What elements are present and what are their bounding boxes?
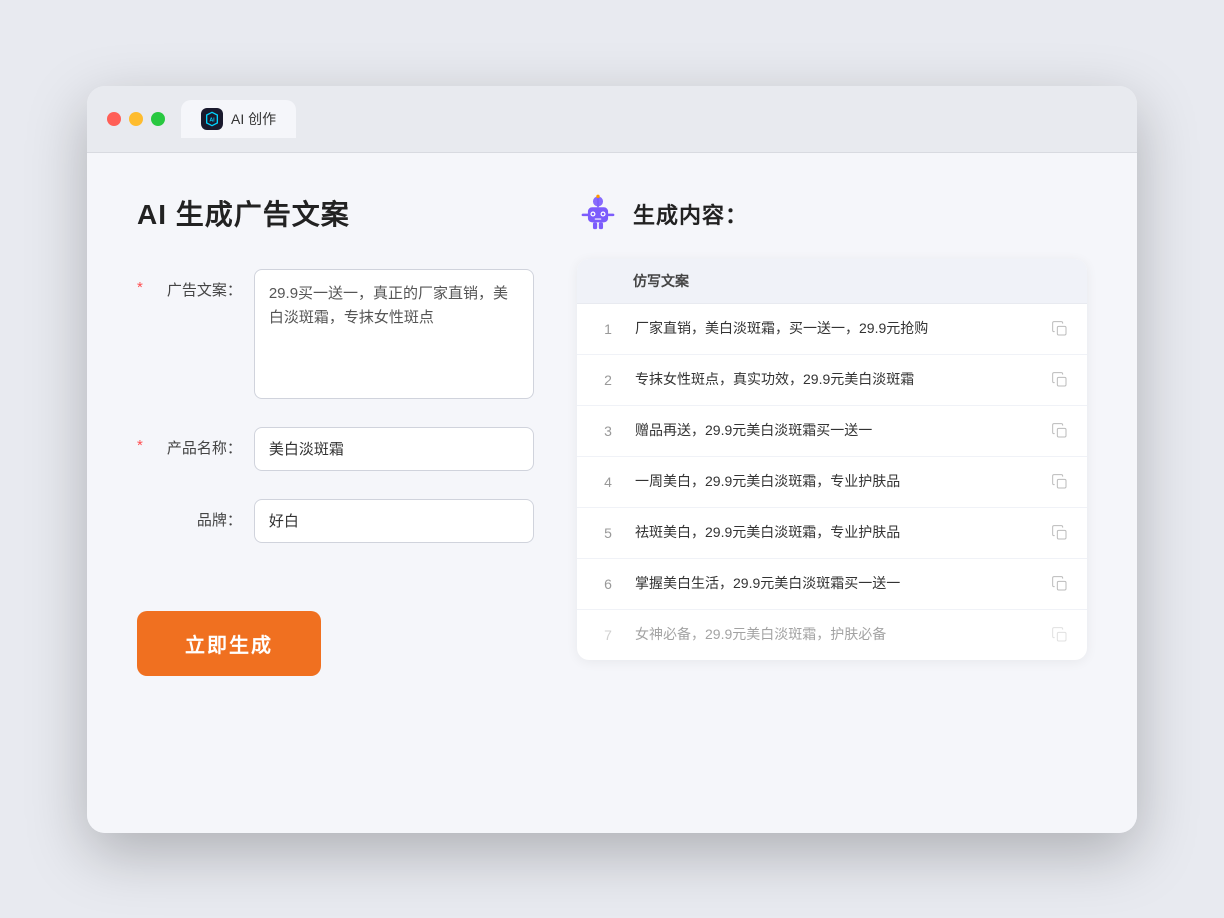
result-title: 生成内容： [633, 198, 748, 230]
table-header: 仿写文案 [577, 259, 1087, 304]
traffic-lights [107, 112, 165, 126]
row-text: 厂家直销，美白淡斑霜，买一送一，29.9元抢购 [635, 318, 1037, 339]
svg-text:AI: AI [209, 117, 215, 123]
results-container: 1 厂家直销，美白淡斑霜，买一送一，29.9元抢购 2 专抹女性斑点，真实功效，29… [577, 304, 1087, 660]
result-header: 生成内容： [577, 193, 1087, 235]
ad-copy-required: * [137, 269, 143, 296]
row-text: 赠品再送，29.9元美白淡斑霜买一送一 [635, 420, 1037, 441]
results-table: 仿写文案 1 厂家直销，美白淡斑霜，买一送一，29.9元抢购 2 专抹女性斑点，真实… [577, 259, 1087, 660]
ai-tab-icon: AI [201, 108, 223, 130]
robot-icon [577, 193, 619, 235]
row-number: 2 [593, 372, 623, 388]
left-panel: AI 生成广告文案 * 广告文案： * 产品名称： * 品牌： 立即生成 [137, 193, 537, 793]
brand-group: * 品牌： [137, 499, 537, 543]
browser-window: AI AI 创作 AI 生成广告文案 * 广告文案： * 产品名称： [87, 86, 1137, 833]
copy-icon[interactable] [1049, 573, 1071, 595]
browser-content: AI 生成广告文案 * 广告文案： * 产品名称： * 品牌： 立即生成 [87, 153, 1137, 833]
row-text: 祛斑美白，29.9元美白淡斑霜，专业护肤品 [635, 522, 1037, 543]
row-text: 一周美白，29.9元美白淡斑霜，专业护肤品 [635, 471, 1037, 492]
ad-copy-input[interactable] [254, 269, 534, 399]
maximize-button[interactable] [151, 112, 165, 126]
brand-input[interactable] [254, 499, 534, 543]
row-number: 1 [593, 321, 623, 337]
right-panel: 生成内容： 仿写文案 1 厂家直销，美白淡斑霜，买一送一，29.9元抢购 2 专抹女… [577, 193, 1087, 793]
row-text: 女神必备，29.9元美白淡斑霜，护肤必备 [635, 624, 1037, 645]
copy-icon[interactable] [1049, 420, 1071, 442]
table-row: 1 厂家直销，美白淡斑霜，买一送一，29.9元抢购 [577, 304, 1087, 355]
product-name-input[interactable] [254, 427, 534, 471]
ad-copy-label: 广告文案： [157, 269, 242, 300]
browser-tab[interactable]: AI AI 创作 [181, 100, 296, 138]
copy-icon[interactable] [1049, 624, 1071, 646]
generate-button[interactable]: 立即生成 [137, 611, 321, 676]
copy-icon[interactable] [1049, 318, 1071, 340]
close-button[interactable] [107, 112, 121, 126]
table-row: 6 掌握美白生活，29.9元美白淡斑霜买一送一 [577, 559, 1087, 610]
row-text: 专抹女性斑点，真实功效，29.9元美白淡斑霜 [635, 369, 1037, 390]
page-title: AI 生成广告文案 [137, 193, 537, 233]
row-number: 6 [593, 576, 623, 592]
row-number: 5 [593, 525, 623, 541]
row-number: 4 [593, 474, 623, 490]
product-name-group: * 产品名称： [137, 427, 537, 471]
copy-icon[interactable] [1049, 522, 1071, 544]
product-name-label: 产品名称： [157, 427, 242, 458]
row-text: 掌握美白生活，29.9元美白淡斑霜买一送一 [635, 573, 1037, 594]
minimize-button[interactable] [129, 112, 143, 126]
table-row: 2 专抹女性斑点，真实功效，29.9元美白淡斑霜 [577, 355, 1087, 406]
table-row: 5 祛斑美白，29.9元美白淡斑霜，专业护肤品 [577, 508, 1087, 559]
product-name-required: * [137, 427, 143, 454]
row-number: 7 [593, 627, 623, 643]
ad-copy-group: * 广告文案： [137, 269, 537, 399]
copy-icon[interactable] [1049, 471, 1071, 493]
table-row: 3 赠品再送，29.9元美白淡斑霜买一送一 [577, 406, 1087, 457]
brand-label: 品牌： [157, 499, 242, 530]
table-row: 4 一周美白，29.9元美白淡斑霜，专业护肤品 [577, 457, 1087, 508]
copy-icon[interactable] [1049, 369, 1071, 391]
table-row: 7 女神必备，29.9元美白淡斑霜，护肤必备 [577, 610, 1087, 660]
browser-titlebar: AI AI 创作 [87, 86, 1137, 153]
row-number: 3 [593, 423, 623, 439]
tab-label: AI 创作 [231, 109, 276, 129]
